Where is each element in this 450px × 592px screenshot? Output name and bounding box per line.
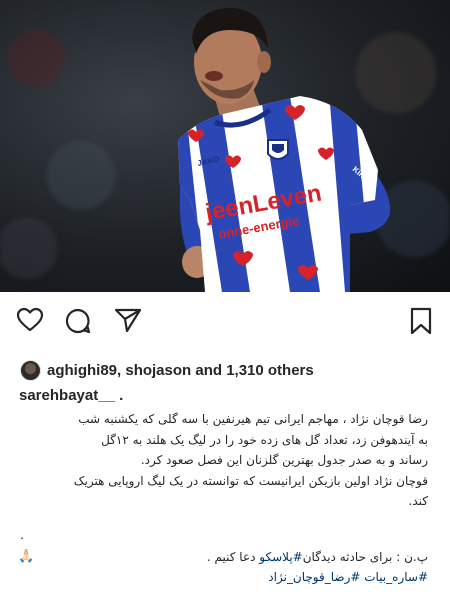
pray-emoji: 🙏🏻 (18, 548, 35, 563)
caption-dot: . (20, 526, 24, 542)
caption-author[interactable]: sarehbayat__ . (19, 387, 123, 404)
share-icon[interactable] (114, 307, 142, 338)
liker-avatar (20, 360, 41, 381)
heart-icon[interactable] (16, 307, 44, 338)
caption-ps: پ.ن : برای حادثه دیدگان#پلاسکو دعا کنیم … (207, 550, 428, 564)
caption-line: رساند و به صدر جدول بهترین گلزنان این فص… (140, 453, 428, 467)
comment-icon[interactable] (64, 307, 92, 340)
caption-text: رضا قوچان نژاد ، مهاجم ایرانی تیم هیرنفی… (16, 409, 428, 512)
caption-line: قوچان نژاد اولین بازیکن ایرانیست که توان… (73, 473, 428, 488)
hashtag-link[interactable]: #پلاسکو (259, 550, 302, 564)
post-photo[interactable]: jeenLeven onne-energie JAKO KingS (0, 0, 450, 292)
likes-text[interactable]: aghighi89, shojason and 1,310 others (47, 362, 314, 379)
ps-prefix: پ.ن : برای حادثه دیدگان (302, 550, 428, 564)
likes-summary[interactable]: aghighi89, shojason and 1,310 others (20, 360, 314, 381)
caption-line: رضا قوچان نژاد ، مهاجم ایرانی تیم هیرنفی… (78, 412, 428, 426)
caption-line: کند. (408, 494, 428, 508)
player-illustration: jeenLeven onne-energie JAKO KingS (178, 8, 391, 292)
ps-suffix: دعا کنیم . (206, 550, 260, 564)
bookmark-icon[interactable] (409, 307, 433, 340)
caption-hashtags[interactable]: #ساره_بیات #رضا_قوچان_نژاد (268, 570, 428, 584)
caption-line: به آیندهوفن زد، تعداد گل های زده خود را … (101, 432, 428, 447)
